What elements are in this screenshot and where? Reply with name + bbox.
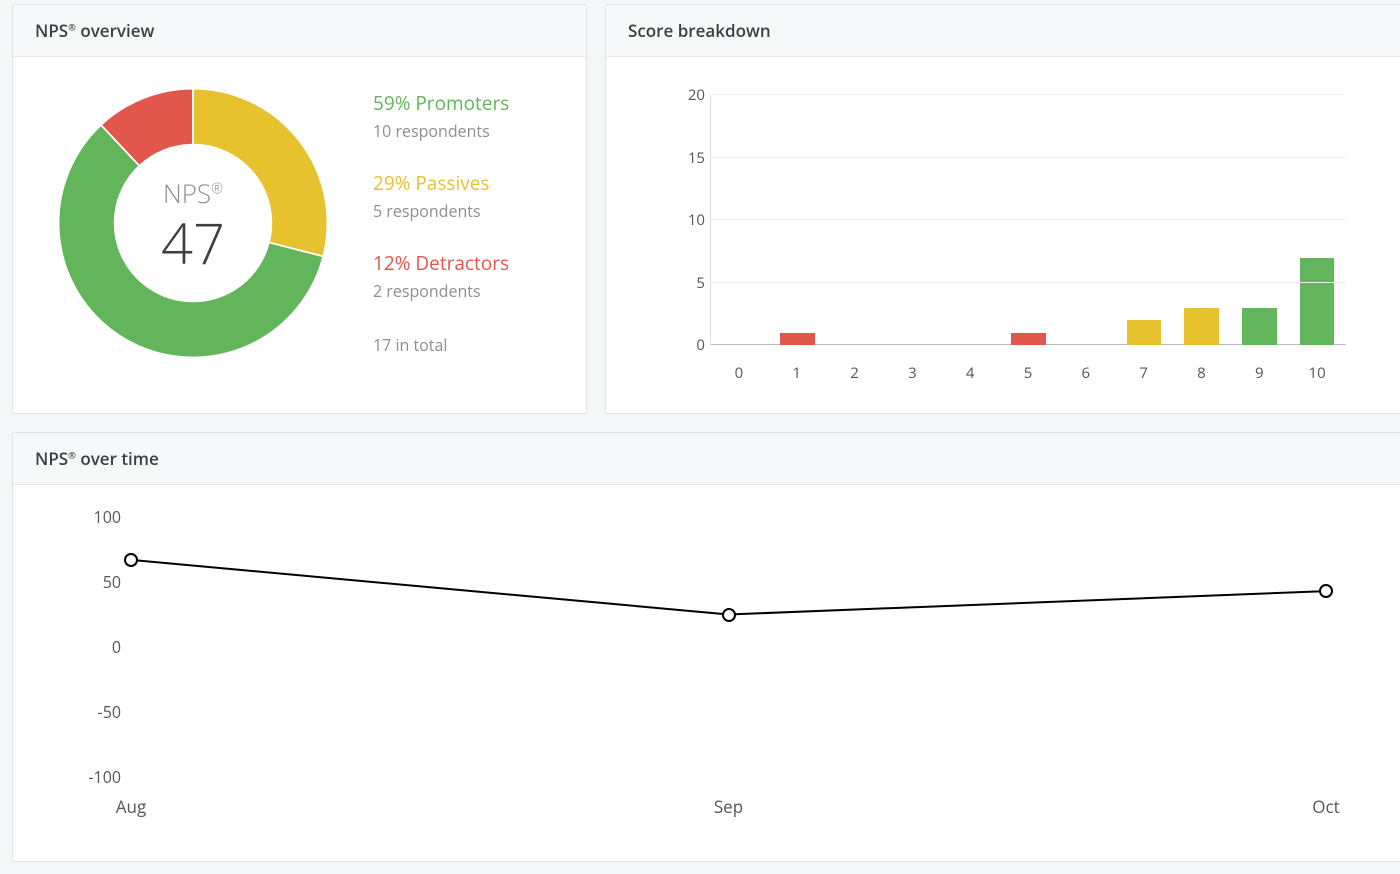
nps-overview-card: NPS® overview NPS® 47 59% Promoters 10 r… (12, 4, 587, 414)
legend-passives: 29% Passives 5 respondents (373, 170, 509, 222)
bar-ytick: 5 (671, 273, 705, 293)
line-ytick: 50 (71, 571, 121, 593)
nps-over-time-title: NPS® over time (13, 433, 1400, 485)
bar-xtick: 1 (768, 355, 826, 385)
nps-overview-title: NPS® overview (13, 5, 586, 57)
score-breakdown-chart: 05101520 012345678910 (664, 85, 1346, 385)
line-xtick: Sep (714, 795, 743, 818)
nps-over-time-chart: -100 -50 0 50 100 Aug Sep Oct (71, 507, 1346, 827)
legend-detractors: 12% Detractors 2 respondents (373, 250, 509, 302)
line-point-Sep (722, 608, 736, 622)
legend-promoters-sub: 10 respondents (373, 120, 509, 142)
bar-xtick: 5 (999, 355, 1057, 385)
bar-xtick: 7 (1115, 355, 1173, 385)
line-ytick: -50 (71, 701, 121, 723)
line-ytick: 0 (71, 636, 121, 658)
bar-xtick: 0 (710, 355, 768, 385)
bar-xtick: 10 (1288, 355, 1346, 385)
line-series (131, 560, 1326, 615)
score-breakdown-title: Score breakdown (606, 5, 1400, 57)
line-point-Oct (1319, 584, 1333, 598)
bar-xtick: 8 (1173, 355, 1231, 385)
nps-over-time-card: NPS® over time -100 -50 0 50 100 Aug Sep Oct (12, 432, 1400, 862)
bar-score-9 (1242, 308, 1277, 346)
donut-segment-passives (193, 89, 327, 257)
legend-passives-label: 29% Passives (373, 170, 509, 196)
legend-detractors-sub: 2 respondents (373, 280, 509, 302)
bar-score-10 (1300, 258, 1335, 346)
line-xtick: Oct (1312, 795, 1339, 818)
bar-xtick: 6 (1057, 355, 1115, 385)
line-point-Aug (124, 553, 138, 567)
bar-xtick: 3 (883, 355, 941, 385)
bar-score-5 (1011, 333, 1046, 346)
legend-detractors-label: 12% Detractors (373, 250, 509, 276)
bar-ytick: 0 (671, 335, 705, 355)
bar-score-8 (1184, 308, 1219, 346)
bar-score-1 (780, 333, 815, 346)
legend-passives-sub: 5 respondents (373, 200, 509, 222)
score-breakdown-card: Score breakdown 05101520 012345678910 (605, 4, 1400, 414)
bar-score-7 (1127, 320, 1162, 345)
bar-ytick: 10 (671, 210, 705, 230)
bar-xtick: 2 (826, 355, 884, 385)
legend-total: 17 in total (373, 334, 509, 356)
bar-xtick: 4 (941, 355, 999, 385)
nps-legend: 59% Promoters 10 respondents 29% Passive… (373, 90, 509, 356)
bar-xtick: 9 (1230, 355, 1288, 385)
line-ytick: 100 (71, 506, 121, 528)
legend-promoters: 59% Promoters 10 respondents (373, 90, 509, 142)
bar-ytick: 20 (671, 85, 705, 105)
legend-promoters-label: 59% Promoters (373, 90, 509, 116)
line-ytick: -100 (71, 766, 121, 788)
bar-ytick: 15 (671, 148, 705, 168)
line-xtick: Aug (116, 795, 146, 818)
nps-donut-chart: NPS® 47 (53, 83, 333, 363)
